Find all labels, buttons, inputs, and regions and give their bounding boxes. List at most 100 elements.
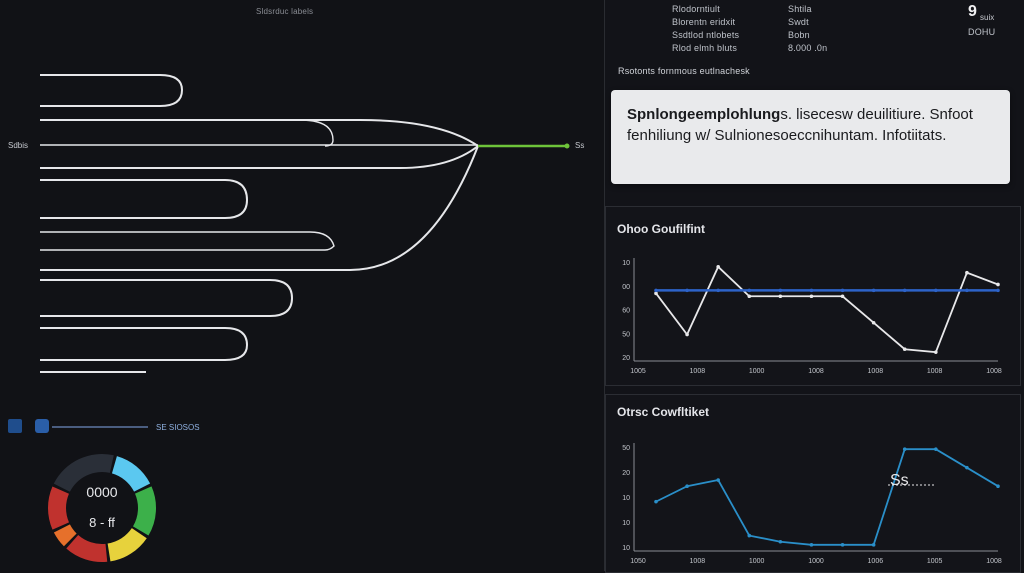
chart2-title: Otrsc Cowfltiket <box>617 405 710 419</box>
data-point <box>934 288 938 293</box>
data-point <box>747 294 752 299</box>
meta-line: Shtila <box>788 4 812 14</box>
flow-inner-1 <box>40 119 334 147</box>
x-tick-label: 1000 <box>749 558 765 565</box>
flow-curve-1 <box>40 119 479 147</box>
y-tick-label: 00 <box>622 284 630 291</box>
legend-icon-a[interactable] <box>8 419 22 433</box>
data-point <box>716 265 720 269</box>
x-tick-label: 1008 <box>808 368 824 375</box>
top-right-value: 9 <box>968 3 977 20</box>
y-tick-label: 10 <box>622 520 630 527</box>
flow-output-dot <box>564 143 570 149</box>
callout-box: Spnlongeemplohlungs. lisecesw deuilitiur… <box>611 90 1010 184</box>
y-tick-label: 60 <box>622 308 630 315</box>
x-tick-label: 1005 <box>630 368 646 375</box>
meta-col1: Rlodorntiult Blorentn eridxit Ssdtlod nt… <box>672 3 739 55</box>
donut-segment <box>107 528 147 562</box>
data-point <box>871 320 876 325</box>
data-point <box>778 294 783 299</box>
chart2-plot: 50201010101050 1008 1000 1000 1006 1005 1008Ss <box>622 443 1002 565</box>
data-point <box>934 350 938 354</box>
meta-line: Swdt <box>788 17 809 27</box>
x-tick-label: 1006 <box>868 558 884 565</box>
flow-curve-3 <box>40 145 479 271</box>
donut-sub-value: 8 - ff <box>89 515 115 530</box>
data-point <box>902 447 907 451</box>
data-point <box>809 543 814 547</box>
meta-col2: Shtila Swdt Bobn 8.000 .0n <box>788 3 827 55</box>
x-tick-label: 1008 <box>986 558 1002 565</box>
data-point <box>996 484 1000 488</box>
data-point <box>934 447 938 451</box>
y-tick-label: 10 <box>622 545 630 552</box>
chart1-plot: 10006050201005 1008 1000 1008 1008 1008 1008 <box>622 258 1002 375</box>
end-label: Ss <box>575 141 585 150</box>
flow-diagram <box>40 74 570 373</box>
callout-bold: Spnlongeemplohlung <box>627 106 781 123</box>
donut-segment <box>48 486 70 530</box>
y-tick-label: 10 <box>622 260 630 267</box>
flow-loop-2 <box>40 179 249 219</box>
donut-chart: 0000 8 - ff <box>48 454 156 562</box>
data-point <box>871 288 876 293</box>
data-point <box>747 288 752 293</box>
data-point <box>716 288 720 293</box>
legend-line <box>52 426 148 428</box>
y-tick-label: 20 <box>622 355 630 362</box>
flow-curve-2 <box>40 145 479 169</box>
data-point <box>716 478 720 482</box>
data-point <box>965 270 969 275</box>
x-tick-label: 1008 <box>986 368 1002 375</box>
data-point <box>996 288 1000 293</box>
y-tick-label: 20 <box>622 470 630 477</box>
x-tick-label: 1008 <box>690 558 706 565</box>
meta-line: Rlod elmh bluts <box>672 43 738 53</box>
x-tick-label: 1050 <box>630 558 646 565</box>
top-right-sub: suix <box>980 13 995 22</box>
flow-loop-1 <box>40 74 184 107</box>
meta-line: Blorentn eridxit <box>672 17 736 27</box>
data-point <box>747 533 752 538</box>
data-point <box>902 288 907 293</box>
data-point <box>965 288 969 293</box>
donut-segment <box>111 456 151 492</box>
flow-loop-3 <box>40 279 294 317</box>
data-point <box>685 484 689 488</box>
series-line <box>655 265 999 354</box>
data-point <box>871 543 876 547</box>
data-point <box>685 332 689 337</box>
data-point <box>840 543 845 547</box>
section-label: Rsotonts fornmous eutlnachesk <box>618 66 750 76</box>
chart1-title: Ohoo Goufilfint <box>617 222 705 236</box>
data-point <box>778 539 783 544</box>
callout-text: Spnlongeemplohlungs. lisecesw deuilitiur… <box>627 104 997 146</box>
data-point <box>654 499 658 504</box>
data-point <box>840 294 845 299</box>
flow-loop-4 <box>40 327 249 361</box>
data-point <box>685 288 689 293</box>
chart2-marker-label: Ss <box>890 472 909 489</box>
legend-text: SE SIOSOS <box>156 423 200 432</box>
series-line <box>655 448 999 546</box>
donut-value: 0000 <box>86 484 117 500</box>
data-point <box>902 347 907 352</box>
x-tick-label: 1005 <box>927 558 943 565</box>
data-point <box>778 288 783 293</box>
legend-icon-b[interactable] <box>35 419 49 433</box>
top-label: Sldsrduc labels <box>256 7 314 16</box>
donut-segment <box>66 535 108 562</box>
data-point <box>965 465 969 470</box>
x-tick-label: 1000 <box>749 368 765 375</box>
data-point <box>996 282 1000 287</box>
x-tick-label: 1000 <box>808 558 824 565</box>
top-right-code: DOHU <box>968 27 996 37</box>
y-tick-label: 50 <box>622 445 630 452</box>
x-tick-label: 1008 <box>690 368 706 375</box>
meta-line: Bobn <box>788 30 810 40</box>
data-point <box>809 288 814 293</box>
data-point <box>840 288 845 293</box>
data-point <box>809 294 814 299</box>
x-tick-label: 1008 <box>868 368 884 375</box>
axis-label: Sdbis <box>8 141 29 150</box>
